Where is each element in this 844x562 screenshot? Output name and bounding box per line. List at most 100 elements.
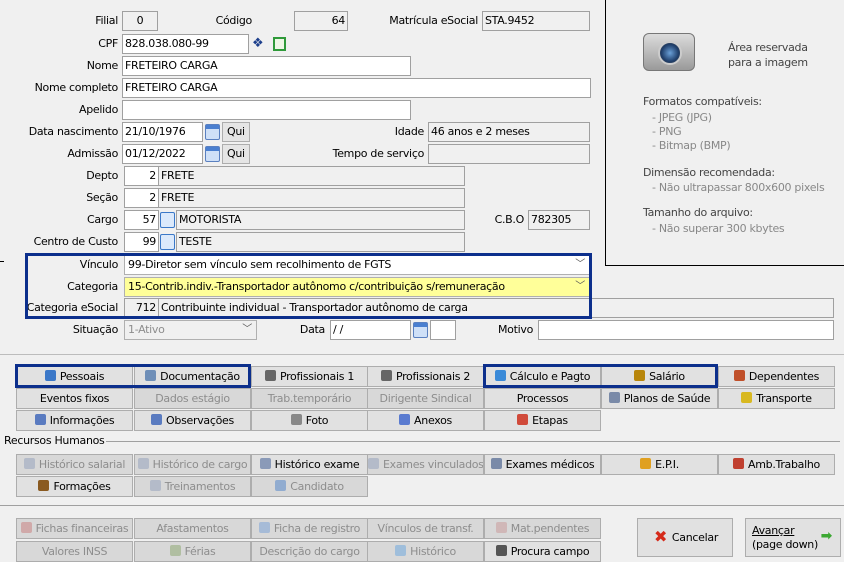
button-label: Candidato (290, 480, 344, 493)
admissao-input[interactable]: 01/12/2022 (122, 144, 203, 164)
exames-médicos-button[interactable]: Exames médicos (484, 454, 601, 475)
eventos-fixos-button[interactable]: Eventos fixos (16, 388, 133, 409)
stethoscope-icon (368, 458, 379, 469)
informações-button[interactable]: Informações (16, 410, 133, 431)
amb-trabalho-button[interactable]: Amb.Trabalho (718, 454, 835, 475)
page-icon (151, 414, 163, 425)
button-label: Mat.pendentes (510, 522, 590, 535)
foto-button[interactable]: Foto (251, 410, 368, 431)
new-document-icon[interactable] (273, 37, 286, 51)
secao-code-input[interactable]: 2 (124, 188, 159, 208)
page-icon (34, 414, 46, 425)
image-panel[interactable]: Área reservada para a imagem Formatos co… (605, 0, 844, 266)
cancel-label: Cancelar (671, 531, 719, 544)
observações-button[interactable]: Observações (134, 410, 251, 431)
button-label: Histórico de cargo (152, 458, 248, 471)
documentação-button[interactable]: Documentação (134, 366, 251, 387)
factory-icon (733, 458, 745, 469)
search-icon[interactable] (160, 234, 175, 250)
pessoais-button[interactable]: Pessoais (16, 366, 133, 387)
nome-input[interactable]: FRETEIRO CARGA (122, 56, 411, 76)
histórico-salarial-button: Histórico salarial (16, 454, 133, 475)
money-bag-icon (634, 370, 646, 381)
button-label: Dados estágio (155, 392, 230, 405)
formações-button[interactable]: Formações (16, 476, 133, 497)
treinamentos-button: Treinamentos (134, 476, 251, 497)
data-extra-input[interactable] (430, 320, 456, 340)
calendar-icon[interactable] (413, 322, 428, 338)
next-hint: (page down) (752, 538, 818, 551)
image-placeholder-text: Área reservada para a imagem (728, 41, 808, 69)
categoria-esocial-name: Contribuinte individual - Transportador … (158, 298, 834, 318)
receita-federal-icon[interactable]: ❖ (252, 36, 264, 51)
button-label: Valores INSS (41, 545, 108, 558)
next-button[interactable]: Avançar (page down) ➡ (745, 518, 841, 557)
family-icon (733, 370, 745, 381)
motivo-input[interactable] (538, 320, 834, 340)
nome-completo-label: Nome completo (34, 81, 119, 94)
procura-campo-button[interactable]: Procura campo (484, 541, 601, 562)
cargo-name: MOTORISTA (176, 210, 465, 230)
search-icon[interactable] (160, 212, 175, 228)
fichas-financeiras-button: Fichas financeiras (16, 518, 133, 539)
cancel-button[interactable]: ✖ Cancelar (637, 518, 733, 557)
size-text: - Não superar 300 kbytes (652, 222, 785, 235)
codigo-label: Código (215, 14, 253, 27)
data-input[interactable]: / / (330, 320, 411, 340)
e-p-i-button[interactable]: E.P.I. (601, 454, 718, 475)
button-label: Procura campo (510, 545, 590, 558)
calendar-icon[interactable] (205, 124, 220, 140)
hand-icon (495, 522, 507, 533)
button-label: Documentação (160, 370, 240, 383)
salário-button[interactable]: Salário (601, 366, 718, 387)
mat-pendentes-button: Mat.pendentes (484, 518, 601, 539)
centro-custo-name: TESTE (176, 232, 465, 252)
vínculos-de-transf-button: Vínculos de transf. (367, 518, 484, 539)
book-icon (380, 370, 392, 381)
depto-name: FRETE (158, 166, 465, 186)
button-label: Exames vinculados (383, 458, 484, 471)
dimension-text: - Não ultrapassar 800x600 pixels (652, 181, 825, 194)
dados-estágio-button: Dados estágio (134, 388, 251, 409)
apelido-input[interactable] (122, 100, 411, 120)
anexos-button[interactable]: Anexos (367, 410, 484, 431)
etapas-button[interactable]: Etapas (484, 410, 601, 431)
apelido-label: Apelido (79, 103, 118, 116)
list-icon (20, 522, 32, 533)
profissionais-1-button[interactable]: Profissionais 1 (251, 366, 368, 387)
button-label: Foto (305, 414, 329, 427)
id-card-icon (258, 522, 270, 533)
transporte-button[interactable]: Transporte (718, 388, 835, 409)
categoria-select[interactable]: 15-Contrib.indiv.-Transportador autônomo… (124, 277, 590, 297)
processos-button[interactable]: Processos (484, 388, 601, 409)
trab-temporário-button: Trab.temporário (251, 388, 368, 409)
binoculars-icon (495, 545, 507, 556)
cargo-code-input[interactable]: 57 (124, 210, 159, 230)
secao-name: FRETE (158, 188, 465, 208)
depto-code-input[interactable]: 2 (124, 166, 159, 186)
planos-de-saúde-button[interactable]: Planos de Saúde (601, 388, 718, 409)
button-label: Transporte (756, 392, 812, 405)
calendar-icon[interactable] (205, 146, 220, 162)
button-label: Ficha de registro (273, 522, 361, 535)
candidato-button: Candidato (251, 476, 368, 497)
dependentes-button[interactable]: Dependentes (718, 366, 835, 387)
histórico-exame-button[interactable]: Histórico exame (251, 454, 368, 475)
centro-custo-code-input[interactable]: 99 (124, 232, 159, 252)
secao-label: Seção (86, 191, 118, 204)
depto-label: Depto (86, 169, 118, 182)
dimension-title: Dimensão recomendada: (643, 166, 775, 179)
button-label: Informações (49, 414, 115, 427)
nome-completo-input[interactable]: FRETEIRO CARGA (122, 78, 591, 98)
calculator-icon (494, 370, 506, 381)
button-label: Amb.Trabalho (748, 458, 820, 471)
profissionais-2-button[interactable]: Profissionais 2 (367, 366, 484, 387)
vinculo-select[interactable]: 99-Diretor sem vínculo sem recolhimento … (124, 255, 590, 275)
vinculo-value: 99-Diretor sem vínculo sem recolhimento … (128, 258, 392, 271)
button-label: Observações (166, 414, 234, 427)
cpf-input[interactable]: 828.038.080-99 (122, 34, 249, 54)
afastamentos-button: Afastamentos (134, 518, 251, 539)
cálculo-e-pagto-button[interactable]: Cálculo e Pagto (484, 366, 601, 387)
data-nascimento-input[interactable]: 21/10/1976 (122, 122, 203, 142)
stethoscope-icon (137, 458, 149, 469)
